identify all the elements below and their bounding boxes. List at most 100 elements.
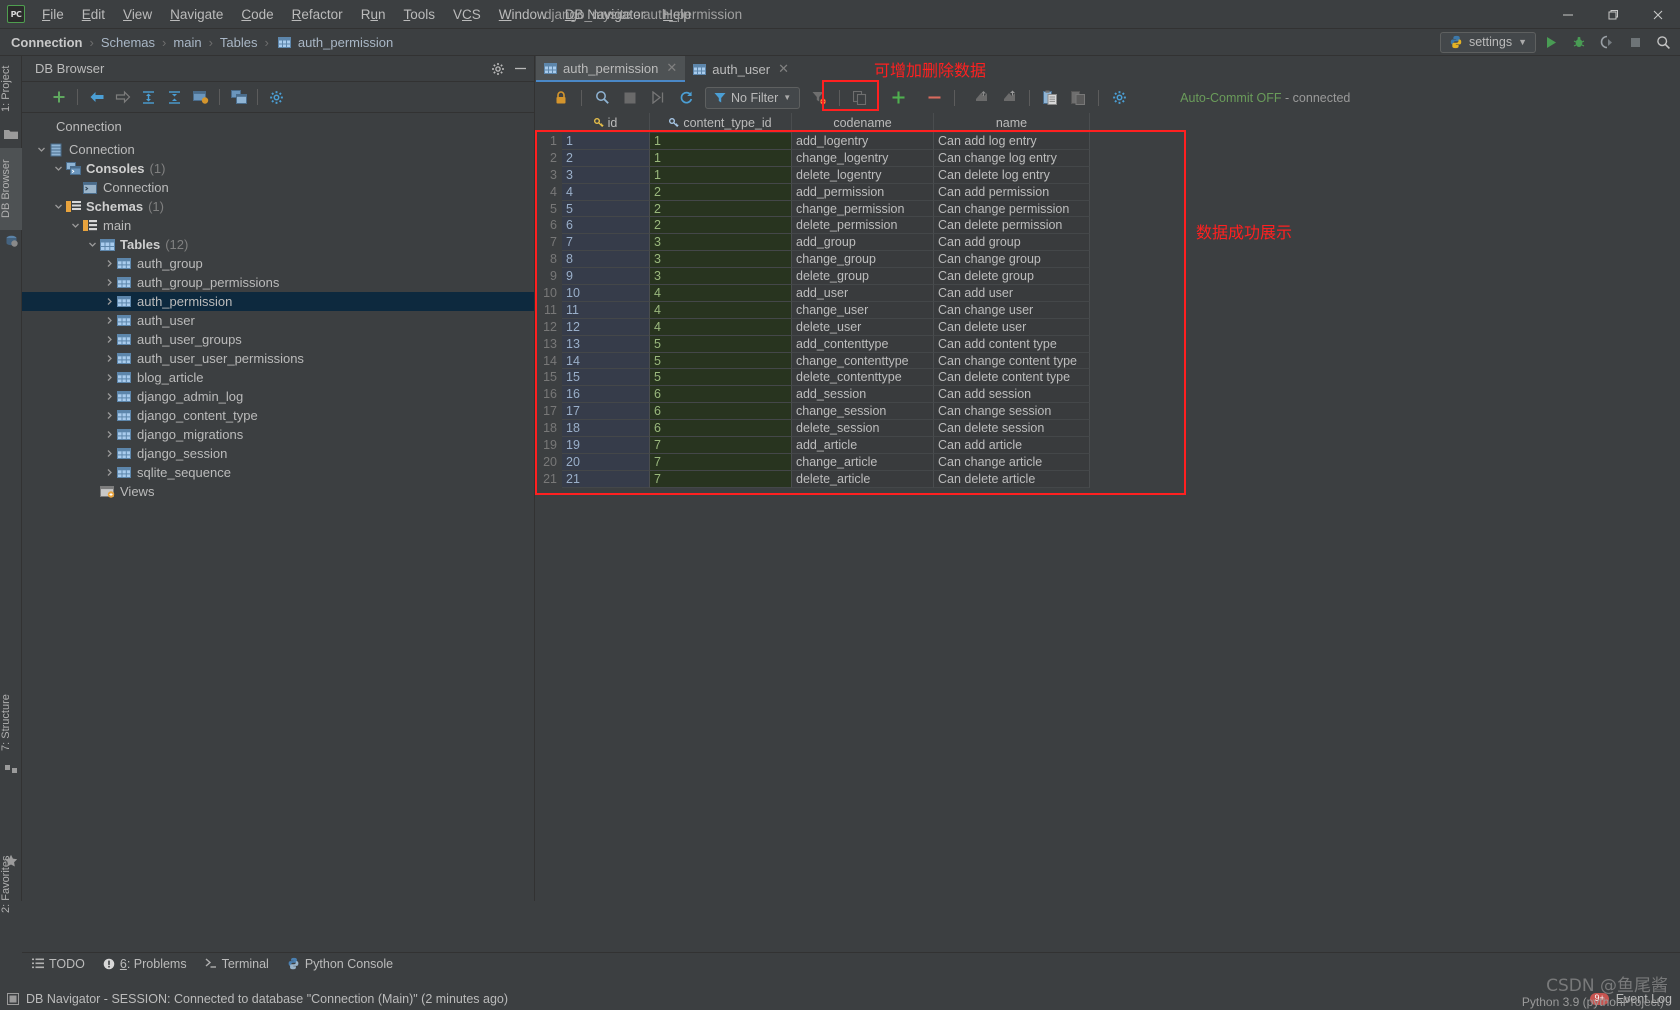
rail-tab-structure[interactable]: 7: Structure: [0, 685, 22, 761]
tree-node-views[interactable]: Views: [22, 482, 534, 501]
tree-node-django-session[interactable]: django_session: [22, 444, 534, 463]
cell-codename[interactable]: delete_permission: [792, 217, 934, 235]
cell-content_type_id[interactable]: 7: [650, 437, 792, 454]
cell-codename[interactable]: change_contenttype: [792, 352, 934, 370]
cell-codename[interactable]: delete_logentry: [792, 166, 934, 184]
table-row[interactable]: 17 17 6 change_session Can change session: [536, 403, 1090, 421]
cell-content_type_id[interactable]: 1: [650, 166, 792, 184]
cell-codename[interactable]: add_article: [792, 437, 934, 454]
chevron-right-icon[interactable]: [102, 330, 116, 349]
breadcrumb-item-auth-permission[interactable]: auth_permission: [296, 35, 395, 50]
grid-column-header-id[interactable]: id: [562, 113, 650, 133]
new-window-icon[interactable]: [226, 85, 251, 110]
cell-codename[interactable]: change_user: [792, 301, 934, 319]
tree-node-auth-user-groups[interactable]: auth_user_groups: [22, 330, 534, 349]
rail-tab-db-browser[interactable]: DB Browser: [0, 148, 22, 230]
execute-icon[interactable]: [645, 85, 671, 111]
cell-id[interactable]: 10: [562, 285, 650, 302]
export-icon[interactable]: [996, 85, 1022, 111]
menu-code[interactable]: Code: [232, 3, 282, 26]
chevron-right-icon[interactable]: [102, 387, 116, 406]
cell-codename[interactable]: add_contenttype: [792, 335, 934, 353]
menu-file[interactable]: File: [33, 3, 73, 26]
python-interpreter-label[interactable]: Python 3.9 (pythonProject): [1522, 995, 1664, 1009]
cell-id[interactable]: 9: [562, 268, 650, 286]
gear-icon[interactable]: [488, 59, 508, 79]
cell-id[interactable]: 4: [562, 183, 650, 201]
chevron-right-icon[interactable]: [102, 463, 116, 482]
refresh-icon[interactable]: [673, 85, 699, 111]
clear-filter-icon[interactable]: [806, 85, 832, 111]
chevron-right-icon[interactable]: [102, 406, 116, 425]
cell-content_type_id[interactable]: 3: [650, 268, 792, 286]
cell-name[interactable]: Can change article: [934, 453, 1090, 471]
cell-codename[interactable]: delete_session: [792, 420, 934, 438]
cell-name[interactable]: Can delete log entry: [934, 166, 1090, 184]
bottom-item-problems[interactable]: 6: Problems: [103, 957, 187, 971]
cell-codename[interactable]: delete_article: [792, 470, 934, 488]
table-row[interactable]: 20 20 7 change_article Can change article: [536, 453, 1090, 471]
chevron-right-icon[interactable]: [102, 273, 116, 292]
menu-navigate[interactable]: Navigate: [161, 3, 232, 26]
stop-icon[interactable]: [1622, 30, 1648, 54]
chevron-down-icon[interactable]: [51, 159, 65, 178]
cell-name[interactable]: Can delete permission: [934, 217, 1090, 235]
rail-tab-project[interactable]: 1: Project: [0, 56, 22, 122]
table-row[interactable]: 5 5 2 change_permission Can change permissio…: [536, 200, 1090, 218]
insert-record-button[interactable]: [885, 85, 911, 111]
cell-codename[interactable]: delete_user: [792, 318, 934, 336]
table-row[interactable]: 16 16 6 add_session Can add session: [536, 386, 1090, 404]
table-row[interactable]: 2 2 1 change_logentry Can change log entry: [536, 149, 1090, 167]
table-row[interactable]: 12 12 4 delete_user Can delete user: [536, 318, 1090, 336]
cell-content_type_id[interactable]: 5: [650, 352, 792, 370]
cell-name[interactable]: Can change permission: [934, 200, 1090, 218]
breadcrumb-item-schemas[interactable]: Schemas: [99, 35, 157, 50]
tree-node-schemas[interactable]: Schemas (1): [22, 197, 534, 216]
chevron-right-icon[interactable]: [102, 368, 116, 387]
stop-icon[interactable]: [617, 85, 643, 111]
cell-name[interactable]: Can delete user: [934, 318, 1090, 336]
table-row[interactable]: 13 13 5 add_contenttype Can add content type: [536, 335, 1090, 353]
find-icon[interactable]: [589, 85, 615, 111]
cell-name[interactable]: Can add group: [934, 234, 1090, 252]
table-row[interactable]: 8 8 3 change_group Can change group: [536, 251, 1090, 269]
bottom-item-todo[interactable]: TODO: [32, 957, 85, 971]
cell-id[interactable]: 18: [562, 420, 650, 438]
cell-content_type_id[interactable]: 4: [650, 301, 792, 319]
tree-node-django-content-type[interactable]: django_content_type: [22, 406, 534, 425]
cell-content_type_id[interactable]: 5: [650, 335, 792, 353]
cell-id[interactable]: 20: [562, 453, 650, 471]
tree-node-auth-permission[interactable]: auth_permission: [22, 292, 534, 311]
delete-record-button[interactable]: [921, 85, 947, 111]
cell-codename[interactable]: delete_contenttype: [792, 369, 934, 387]
cell-content_type_id[interactable]: 3: [650, 234, 792, 252]
tree-node-connection[interactable]: Connection: [22, 140, 534, 159]
cell-content_type_id[interactable]: 2: [650, 200, 792, 218]
cell-id[interactable]: 3: [562, 166, 650, 184]
duplicate-record-icon[interactable]: [847, 85, 873, 111]
cell-name[interactable]: Can delete article: [934, 470, 1090, 488]
chevron-right-icon[interactable]: [102, 444, 116, 463]
debug-icon[interactable]: [1566, 30, 1592, 54]
cell-name[interactable]: Can add log entry: [934, 133, 1090, 150]
close-icon[interactable]: ✕: [778, 61, 789, 77]
tree-node-sqlite-sequence[interactable]: sqlite_sequence: [22, 463, 534, 482]
expand-all-icon[interactable]: [136, 85, 161, 110]
breadcrumb-item-tables[interactable]: Tables: [218, 35, 260, 50]
grid-column-header-name[interactable]: name: [934, 113, 1090, 133]
cell-name[interactable]: Can add permission: [934, 183, 1090, 201]
bottom-item-terminal[interactable]: Terminal: [205, 957, 269, 971]
filter-selector[interactable]: No Filter ▼: [705, 86, 801, 109]
settings-icon[interactable]: [1106, 85, 1132, 111]
cell-content_type_id[interactable]: 6: [650, 403, 792, 421]
cell-codename[interactable]: add_session: [792, 386, 934, 404]
menu-vcs[interactable]: VCS: [444, 3, 490, 26]
lock-icon[interactable]: [548, 85, 574, 111]
cell-id[interactable]: 1: [562, 133, 650, 150]
minimize-icon[interactable]: [510, 59, 530, 79]
cell-id[interactable]: 14: [562, 352, 650, 370]
import-icon[interactable]: [968, 85, 994, 111]
cell-name[interactable]: Can change session: [934, 403, 1090, 421]
editor-tab-auth-user[interactable]: auth_user ✕: [685, 56, 798, 82]
tree-node-auth-group-permissions[interactable]: auth_group_permissions: [22, 273, 534, 292]
